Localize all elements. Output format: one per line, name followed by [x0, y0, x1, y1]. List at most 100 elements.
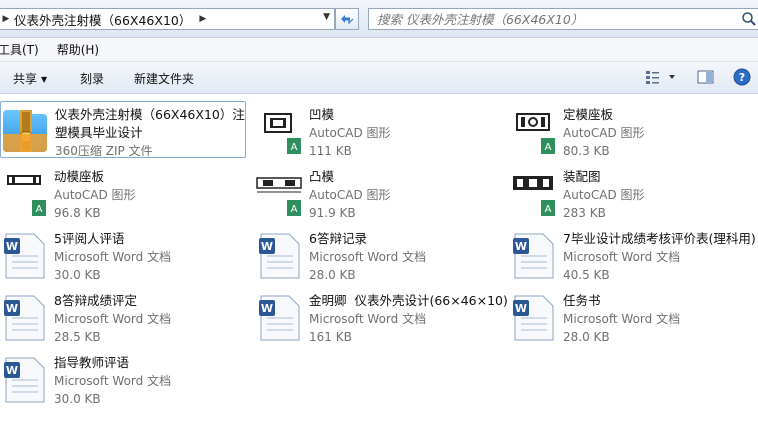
- file-item[interactable]: A 定模座板 AutoCAD 图形 80.3 KB: [509, 102, 755, 164]
- word-document-icon: W: [259, 233, 300, 279]
- file-item[interactable]: W 指导教师评语 Microsoft Word 文档 30.0 KB: [0, 350, 246, 412]
- file-size: 283 KB: [563, 206, 606, 220]
- file-size: 28.0 KB: [309, 268, 356, 282]
- svg-text:A: A: [291, 204, 298, 215]
- file-item[interactable]: W 7毕业设计成绩考核评价表(理科用) Microsoft Word 文档 40…: [509, 226, 756, 288]
- file-size: 28.5 KB: [54, 330, 101, 344]
- svg-text:W: W: [261, 302, 273, 315]
- file-type: AutoCAD 图形: [563, 126, 645, 140]
- file-name: 指导教师评语: [54, 355, 130, 370]
- word-document-icon: W: [4, 295, 45, 341]
- file-size: 111 KB: [309, 144, 352, 158]
- preview-pane-icon: [697, 70, 714, 84]
- zip-archive-icon: [3, 110, 47, 152]
- file-size: 40.5 KB: [563, 268, 610, 282]
- file-type: Microsoft Word 文档: [563, 312, 681, 326]
- autocad-drawing-icon: A: [510, 109, 556, 155]
- file-name: 8答辩成绩评定: [54, 293, 137, 308]
- file-size: 161 KB: [309, 330, 352, 344]
- file-name: 任务书: [563, 293, 601, 308]
- view-options-icon: [646, 71, 675, 84]
- file-name: 7毕业设计成绩考核评价表(理科用): [563, 231, 756, 246]
- word-document-icon: W: [4, 357, 45, 403]
- file-item[interactable]: W 金明卿 仪表外壳设计(66×46×10) Microsoft Word 文档…: [255, 288, 508, 350]
- svg-text:W: W: [6, 240, 18, 253]
- file-type: AutoCAD 图形: [309, 188, 391, 202]
- file-item[interactable]: 仪表外壳注射模（66X46X10）注塑模具毕业设计 360压缩 ZIP 文件: [0, 101, 246, 158]
- search-box[interactable]: [368, 8, 758, 30]
- file-item[interactable]: W 8答辩成绩评定 Microsoft Word 文档 28.5 KB: [0, 288, 246, 350]
- file-item[interactable]: A 凹模 AutoCAD 图形 111 KB: [255, 102, 501, 164]
- file-type: Microsoft Word 文档: [54, 312, 172, 326]
- chevron-right-icon[interactable]: ▶: [0, 14, 12, 24]
- preview-pane-button[interactable]: [697, 69, 715, 88]
- file-name: 凹模: [309, 107, 335, 122]
- file-item[interactable]: W 5评阅人评语 Microsoft Word 文档 30.0 KB: [0, 226, 246, 288]
- file-size: 96.8 KB: [54, 206, 101, 220]
- chevron-right-icon[interactable]: ▶: [199, 14, 206, 24]
- burn-button[interactable]: 刻录: [80, 70, 104, 87]
- share-button[interactable]: 共享 ▼: [13, 70, 47, 87]
- chevron-down-icon[interactable]: ▼: [323, 12, 330, 22]
- file-name: 动模座板: [54, 169, 105, 184]
- file-item[interactable]: A 动模座板 AutoCAD 图形 96.8 KB: [0, 164, 246, 226]
- autocad-drawing-icon: A: [510, 171, 556, 217]
- refresh-button[interactable]: [335, 8, 359, 30]
- search-input[interactable]: [377, 11, 737, 27]
- svg-text:W: W: [6, 302, 18, 315]
- word-document-icon: W: [4, 233, 45, 279]
- file-item[interactable]: W 任务书 Microsoft Word 文档 28.0 KB: [509, 288, 755, 350]
- change-view-button[interactable]: [645, 69, 679, 88]
- file-name: 金明卿 仪表外壳设计(66×46×10): [309, 293, 508, 308]
- file-type: Microsoft Word 文档: [563, 250, 681, 264]
- file-type: AutoCAD 图形: [309, 126, 391, 140]
- file-item[interactable]: W 6答辩记录 Microsoft Word 文档 28.0 KB: [255, 226, 501, 288]
- file-item[interactable]: A 装配图 AutoCAD 图形 283 KB: [509, 164, 755, 226]
- file-name: 5评阅人评语: [54, 231, 125, 246]
- file-name: 仪表外壳注射模（66X46X10）注塑模具毕业设计: [55, 107, 245, 140]
- address-bar-row: ▶ 仪表外壳注射模（66X46X10） ▶ ▼: [0, 0, 758, 38]
- word-document-icon: W: [259, 295, 300, 341]
- file-type: AutoCAD 图形: [54, 188, 136, 202]
- breadcrumb-folder[interactable]: 仪表外壳注射模（66X46X10）: [12, 10, 191, 29]
- svg-text:A: A: [36, 204, 43, 215]
- search-icon[interactable]: [741, 11, 757, 27]
- breadcrumb[interactable]: ▶ 仪表外壳注射模（66X46X10） ▶ ▼: [0, 8, 335, 30]
- file-size: 28.0 KB: [563, 330, 610, 344]
- menu-bar: 工具(T) 帮助(H): [0, 38, 758, 62]
- autocad-drawing-icon: A: [256, 171, 302, 217]
- file-name: 装配图: [563, 169, 601, 184]
- svg-text:W: W: [515, 240, 527, 253]
- help-icon: ?: [733, 68, 751, 86]
- svg-text:A: A: [545, 204, 552, 215]
- file-list: 仪表外壳注射模（66X46X10）注塑模具毕业设计 360压缩 ZIP 文件 A…: [0, 94, 758, 437]
- word-document-icon: W: [513, 233, 554, 279]
- file-size: 30.0 KB: [54, 392, 101, 406]
- help-button[interactable]: ?: [733, 68, 751, 89]
- file-name: 凸模: [309, 169, 335, 184]
- file-size: 80.3 KB: [563, 144, 610, 158]
- new-folder-button[interactable]: 新建文件夹: [134, 70, 194, 87]
- file-type: 360压缩 ZIP 文件: [55, 144, 153, 158]
- file-type: Microsoft Word 文档: [309, 312, 427, 326]
- file-name: 定模座板: [563, 107, 614, 122]
- svg-text:W: W: [6, 364, 18, 377]
- svg-text:?: ?: [739, 71, 745, 84]
- menu-help[interactable]: 帮助(H): [57, 41, 107, 58]
- file-name: 6答辩记录: [309, 231, 367, 246]
- file-type: Microsoft Word 文档: [54, 250, 172, 264]
- file-item[interactable]: A 凸模 AutoCAD 图形 91.9 KB: [255, 164, 501, 226]
- svg-text:W: W: [515, 302, 527, 315]
- file-type: Microsoft Word 文档: [54, 374, 172, 388]
- menu-tools[interactable]: 工具(T): [0, 41, 47, 58]
- file-type: AutoCAD 图形: [563, 188, 645, 202]
- autocad-drawing-icon: A: [256, 109, 302, 155]
- svg-text:W: W: [261, 240, 273, 253]
- share-label: 共享: [13, 72, 38, 86]
- file-size: 30.0 KB: [54, 268, 101, 282]
- svg-text:A: A: [291, 142, 298, 153]
- refresh-icon: [341, 15, 354, 25]
- word-document-icon: W: [513, 295, 554, 341]
- chevron-down-icon: ▼: [41, 75, 48, 84]
- file-size: 91.9 KB: [309, 206, 356, 220]
